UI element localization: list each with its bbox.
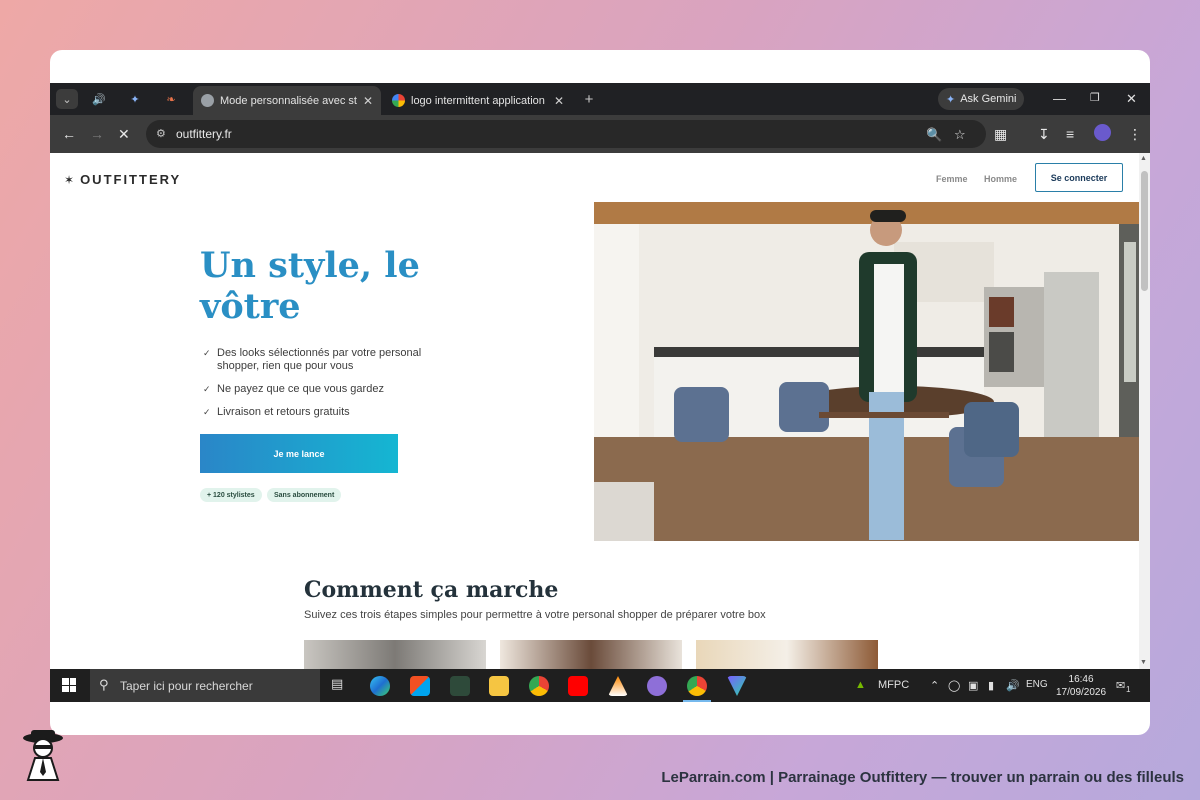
hero-benefits-list: ✓ Des looks sélectionnés par votre perso… bbox=[203, 347, 453, 429]
site-settings-icon[interactable]: ⚙ bbox=[156, 127, 166, 140]
download-icon[interactable]: ↧ bbox=[1038, 126, 1050, 143]
browser-toolbar: ← → ✕ ⚙ outfittery.fr 🔍 ☆ ▦ ↧ ≡ ⋮ bbox=[50, 115, 1150, 153]
paint-icon[interactable] bbox=[647, 676, 667, 696]
tray-label[interactable]: MFPC bbox=[878, 679, 909, 691]
close-tab-icon[interactable]: ✕ bbox=[554, 94, 564, 108]
hero-photo bbox=[594, 202, 1139, 541]
menu-kebab-icon[interactable]: ⋮ bbox=[1128, 126, 1142, 143]
reading-list-icon[interactable]: ≡ bbox=[1066, 126, 1074, 142]
edge-icon[interactable] bbox=[370, 676, 390, 696]
screenshot-frame: ⌄ 🔊 ✦ ❧ Mode personnalisée avec style | … bbox=[50, 50, 1150, 735]
language-indicator[interactable]: ENG bbox=[1026, 679, 1048, 690]
browser-tab-bar: ⌄ 🔊 ✦ ❧ Mode personnalisée avec style | … bbox=[50, 83, 1150, 115]
bookmark-star-icon[interactable]: ☆ bbox=[954, 127, 966, 143]
tab-title: logo intermittent application - I bbox=[411, 94, 548, 107]
chrome-icon[interactable] bbox=[529, 676, 549, 696]
stylists-badge: + 120 stylistes bbox=[200, 488, 262, 502]
tab-search-icon[interactable]: ⌄ bbox=[56, 89, 78, 109]
checkmark-icon: ✓ bbox=[203, 384, 211, 394]
benefit-text: Ne payez que ce que vous gardez bbox=[217, 383, 384, 395]
taskbar-search-placeholder: Taper ici pour rechercher bbox=[120, 678, 253, 693]
store-icon[interactable] bbox=[410, 676, 430, 696]
profile-avatar[interactable] bbox=[1094, 124, 1111, 141]
taskbar-search[interactable]: ⚲ Taper ici pour rechercher bbox=[90, 669, 320, 702]
zoom-icon[interactable]: 🔍 bbox=[926, 127, 942, 143]
vlc-icon[interactable] bbox=[608, 676, 628, 696]
network-icon[interactable]: ▣ bbox=[968, 679, 978, 692]
ask-gemini-button[interactable]: ✦ Ask Gemini bbox=[938, 88, 1025, 110]
list-item: ✓ Des looks sélectionnés par votre perso… bbox=[203, 347, 453, 373]
nav-link-femme[interactable]: Femme bbox=[936, 174, 968, 184]
how-it-works-title: Comment ça marche bbox=[304, 577, 559, 603]
benefit-text: Livraison et retours gratuits bbox=[217, 406, 350, 418]
extensions-icon[interactable]: ▦ bbox=[994, 126, 1007, 143]
checkmark-icon: ✓ bbox=[203, 348, 211, 358]
nvidia-icon[interactable]: ▲ bbox=[855, 679, 866, 691]
battery-icon[interactable]: ▮ bbox=[988, 679, 994, 692]
ask-gemini-label: Ask Gemini bbox=[960, 93, 1017, 105]
youtube-icon[interactable] bbox=[568, 676, 588, 696]
page-scrollbar[interactable]: ▲ ▼ bbox=[1139, 153, 1150, 670]
how-it-works-subtitle: Suivez ces trois étapes simples pour per… bbox=[304, 609, 766, 621]
search-icon: ⚲ bbox=[99, 677, 109, 692]
logo-text: OUTFITTERY bbox=[80, 172, 182, 187]
app-icon[interactable] bbox=[727, 676, 747, 696]
gemini-icon[interactable]: ✦ bbox=[124, 89, 146, 109]
file-explorer-icon[interactable] bbox=[489, 676, 509, 696]
gemini-icon: ✦ bbox=[946, 93, 956, 106]
audio-icon[interactable]: 🔊 bbox=[88, 89, 110, 109]
stop-loading-icon[interactable]: ✕ bbox=[118, 126, 130, 143]
get-started-button[interactable]: Je me lance bbox=[200, 434, 398, 473]
step-image-1 bbox=[304, 640, 486, 670]
no-subscription-badge: Sans abonnement bbox=[267, 488, 342, 502]
step-image-3 bbox=[696, 640, 878, 670]
date: 17/09/2026 bbox=[1056, 687, 1107, 698]
close-tab-icon[interactable]: ✕ bbox=[363, 94, 373, 108]
checkmark-icon: ✓ bbox=[203, 407, 211, 417]
back-icon[interactable]: ← bbox=[62, 126, 76, 142]
clock[interactable]: 16:46 17/09/2026 bbox=[1056, 673, 1106, 699]
url-text: outfittery.fr bbox=[176, 127, 232, 141]
list-item: ✓ Livraison et retours gratuits bbox=[203, 406, 453, 419]
step-image-2 bbox=[500, 640, 682, 670]
footer-caption: LeParrain.com | Parrainage Outfittery — … bbox=[661, 769, 1184, 786]
nav-link-homme[interactable]: Homme bbox=[984, 174, 1017, 184]
minimize-icon[interactable]: — bbox=[1053, 91, 1066, 106]
windows-taskbar: ⚲ Taper ici pour rechercher ▤ ▲ MFPC ⌃ ◯… bbox=[50, 669, 1150, 702]
restore-icon[interactable]: ❐ bbox=[1090, 91, 1100, 104]
address-bar[interactable]: ⚙ outfittery.fr 🔍 ☆ bbox=[146, 120, 986, 148]
tray-overflow-icon[interactable]: ⌃ bbox=[930, 679, 939, 692]
logo-mark-icon: ✶ bbox=[64, 172, 77, 187]
scroll-up-icon[interactable]: ▲ bbox=[1140, 155, 1147, 162]
login-button[interactable]: Se connecter bbox=[1035, 163, 1123, 192]
new-tab-icon[interactable]: + bbox=[578, 89, 600, 109]
meet-now-icon[interactable]: ◯ bbox=[948, 679, 960, 692]
tab-google-search[interactable]: logo intermittent application - I ✕ bbox=[384, 86, 572, 115]
pinned-tab-icon[interactable]: ❧ bbox=[160, 89, 182, 109]
time: 16:46 bbox=[1068, 674, 1094, 685]
app-icon[interactable] bbox=[450, 676, 470, 696]
tab-outfittery[interactable]: Mode personnalisée avec style | ✕ bbox=[193, 86, 381, 115]
scroll-down-icon[interactable]: ▼ bbox=[1140, 659, 1147, 666]
windows-start-icon[interactable] bbox=[62, 678, 76, 692]
task-view-icon[interactable]: ▤ bbox=[331, 676, 351, 696]
hero-title: Un style, le vôtre bbox=[200, 245, 420, 327]
page-loading-icon bbox=[201, 94, 214, 107]
notification-count: 1 bbox=[1126, 685, 1131, 694]
webpage-content: ✶ OUTFITTERY Femme Homme Se connecter Un… bbox=[50, 153, 1150, 670]
leparrain-mascot-logo bbox=[23, 730, 63, 781]
benefit-text: Des looks sélectionnés par votre persona… bbox=[217, 347, 422, 372]
tab-title: Mode personnalisée avec style | bbox=[220, 94, 357, 107]
forward-icon[interactable]: → bbox=[90, 126, 104, 142]
outfittery-logo[interactable]: ✶ OUTFITTERY bbox=[64, 172, 181, 187]
list-item: ✓ Ne payez que ce que vous gardez bbox=[203, 383, 453, 396]
chrome-active-icon[interactable] bbox=[683, 676, 711, 702]
scroll-thumb[interactable] bbox=[1141, 171, 1148, 291]
notification-icon[interactable]: ✉ bbox=[1116, 679, 1125, 692]
volume-icon[interactable]: 🔊 bbox=[1006, 679, 1020, 692]
close-window-icon[interactable]: ✕ bbox=[1126, 91, 1137, 107]
google-icon bbox=[392, 94, 405, 107]
